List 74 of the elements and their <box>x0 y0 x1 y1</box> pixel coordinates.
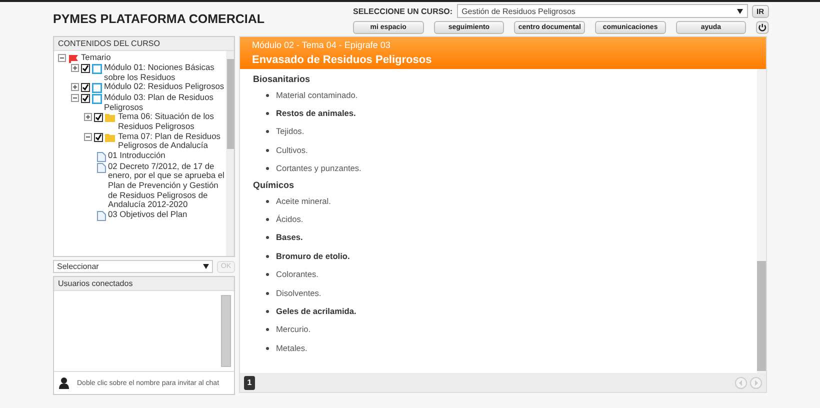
panel-title: Usuarios conectados <box>54 277 234 291</box>
document-icon <box>97 210 106 221</box>
bullet-icon <box>266 218 269 222</box>
expand-icon[interactable] <box>71 83 79 92</box>
flag-icon <box>68 54 79 63</box>
section-heading: Químicos <box>253 178 296 192</box>
bullet-icon <box>266 254 269 258</box>
person-icon <box>59 377 69 389</box>
list-item: Restos de animales. <box>276 108 356 120</box>
list-item: Colorantes. <box>276 269 318 280</box>
tree-item[interactable]: Temario <box>81 53 111 63</box>
bullet-icon <box>266 167 269 170</box>
dropdown-arrow-icon[interactable] <box>202 264 209 269</box>
window-icon <box>92 83 102 94</box>
course-label: SELECCIONE UN CURSO: <box>353 6 453 16</box>
list-item: Cortantes y punzantes. <box>276 163 362 174</box>
bullet-icon <box>266 112 269 116</box>
checkbox[interactable] <box>81 94 90 104</box>
expand-icon[interactable] <box>84 113 92 122</box>
collapse-icon[interactable] <box>84 132 92 141</box>
list-item: Disolventes. <box>276 288 322 299</box>
window-icon <box>92 94 102 104</box>
list-item: Mercurio. <box>276 324 311 336</box>
checkbox[interactable] <box>81 83 90 92</box>
bullet-icon <box>266 292 269 295</box>
breadcrumb: Módulo 02 - Tema 04 - Epigrafe 03 <box>252 40 392 50</box>
list-item: Tejidos. <box>276 126 304 138</box>
expand-icon[interactable] <box>71 64 79 72</box>
page-button[interactable]: 1 <box>244 376 255 390</box>
bullet-icon <box>266 328 269 332</box>
folder-icon <box>105 113 116 122</box>
tree-item[interactable]: 03 Objetivos del Plan <box>108 210 188 220</box>
tree-item[interactable]: Tema 07: Plan de Residuos Peligrosos de Andalucía <box>118 132 226 151</box>
collapse-icon[interactable] <box>58 54 66 62</box>
tree-item[interactable]: Tema 06: Situación de los Residuos Peligrosos <box>118 112 226 132</box>
folder-icon <box>105 132 116 142</box>
list-item: Ácidos. <box>276 214 304 226</box>
checkbox[interactable] <box>81 64 90 73</box>
bullet-icon <box>266 148 269 152</box>
list-item: Metales. <box>276 342 308 354</box>
scrollbar[interactable] <box>221 295 231 367</box>
section-heading: Biosanitarios <box>253 73 312 86</box>
content-title: Envasado de Residuos Peligrosos <box>252 54 433 66</box>
bullet-icon <box>266 310 269 313</box>
tree-item[interactable]: Módulo 03: Plan de Residuos Peligrosos <box>104 93 226 112</box>
list-item: Bases. <box>276 232 303 244</box>
bullet-icon <box>266 273 269 276</box>
list-item: Bromuro de etolio. <box>276 250 350 262</box>
window-icon <box>92 64 102 74</box>
tree-item[interactable]: Módulo 01: Nociones Básicas sobre los Residuos <box>104 63 226 82</box>
tree-item[interactable]: 02 Decreto 7/2012, de 17 de enero, por el que se aprueba el Plan de Prevención y Gestión de Residuos Peligrosos de Andalucía 2012-2020 <box>108 162 226 210</box>
bullet-icon <box>266 236 269 240</box>
checkbox[interactable] <box>94 132 103 142</box>
scrollbar[interactable] <box>757 69 766 373</box>
document-icon <box>97 152 106 162</box>
collapse-icon[interactable] <box>71 94 79 102</box>
bullet-icon <box>266 130 269 134</box>
list-item: Geles de acrilamida. <box>276 306 356 317</box>
list-item: Aceite mineral. <box>276 196 331 207</box>
bullet-icon <box>266 94 269 97</box>
power-icon[interactable] <box>756 21 770 34</box>
tree-item[interactable]: Módulo 02: Residuos Peligrosos <box>104 82 224 92</box>
section-dropdown[interactable]: Seleccionar <box>53 260 213 273</box>
list-item: Cultivos. <box>276 144 308 156</box>
list-item: Material contaminado. <box>276 90 358 101</box>
document-icon <box>97 162 106 173</box>
bullet-icon <box>266 200 269 203</box>
course-dropdown[interactable]: Gestión de Residuos Peligrosos <box>456 4 748 18</box>
checkbox[interactable] <box>94 113 103 122</box>
tree-item[interactable]: 01 Introducción <box>108 150 166 160</box>
bullet-icon <box>266 346 269 350</box>
app-title: PYMES PLATAFORMA COMERCIAL <box>53 12 265 28</box>
panel-title: CONTENIDOS DEL CURSO <box>54 37 234 51</box>
dropdown-arrow-icon[interactable] <box>736 8 742 14</box>
